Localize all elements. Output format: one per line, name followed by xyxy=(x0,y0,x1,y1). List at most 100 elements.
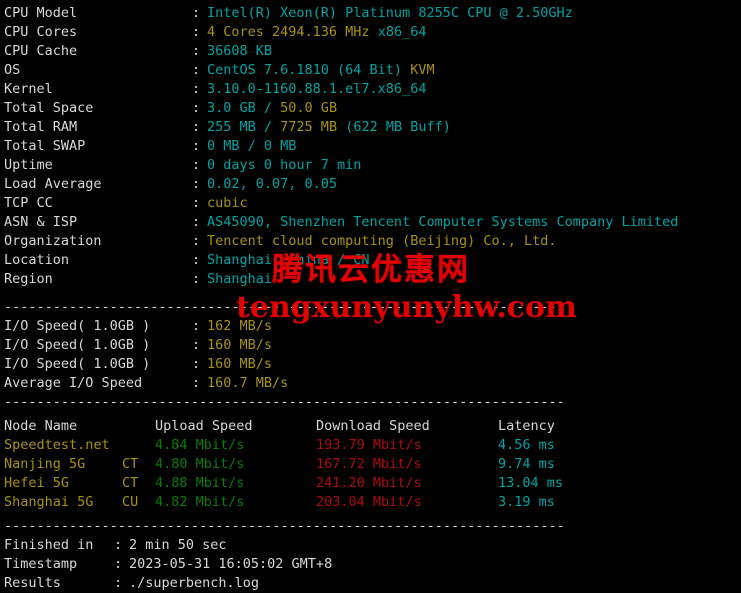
info-row: Total Space:3.0 GB / 50.0 GB xyxy=(4,99,741,118)
info-label: Uptime xyxy=(4,157,53,173)
info-value: Shanghai xyxy=(207,271,273,287)
io-colon: : xyxy=(192,318,201,334)
io-row: I/O Speed( 1.0GB ):160 MB/s xyxy=(4,336,741,355)
info-colon: : xyxy=(192,252,201,268)
info-row: Total SWAP:0 MB / 0 MB xyxy=(4,137,741,156)
info-colon: : xyxy=(192,195,201,211)
info-label: TCP CC xyxy=(4,195,53,211)
info-value: Intel(R) Xeon(R) Platinum 8255C CPU @ 2.… xyxy=(207,5,573,21)
io-value: 160 MB/s xyxy=(207,356,273,372)
info-label: CPU Model xyxy=(4,5,78,21)
info-row: ASN & ISP: AS45090, Shenzhen Tencent Comp… xyxy=(4,213,741,232)
network-latency: 3.19 ms xyxy=(498,494,555,510)
info-row: OS: CentOS 7.6.1810 (64 Bit) KVM xyxy=(4,61,741,80)
network-download-speed: 241.20 Mbit/s xyxy=(316,475,422,491)
footer-colon: : xyxy=(114,537,123,553)
footer-colon: : xyxy=(114,556,123,572)
info-colon: : xyxy=(192,100,201,116)
info-colon: : xyxy=(192,81,201,97)
network-upload-speed: 4.88 Mbit/s xyxy=(155,475,245,491)
info-value: cubic xyxy=(207,195,248,211)
footer-value: 2023-05-31 16:05:02 GMT+8 xyxy=(129,556,333,572)
network-header-node: Node Name xyxy=(4,418,78,434)
io-label: Average I/O Speed xyxy=(4,375,143,391)
network-header-upload: Upload Speed xyxy=(155,418,253,434)
info-value: / xyxy=(263,100,281,116)
terminal-output: CPU Model: Intel(R) Xeon(R) Platinum 8255… xyxy=(0,0,741,591)
footer-value: ./superbench.log xyxy=(129,575,260,591)
footer-label: Finished in xyxy=(4,537,94,553)
io-value: 160 MB/s xyxy=(207,337,273,353)
io-value: 162 MB/s xyxy=(207,318,273,334)
footer-label: Timestamp xyxy=(4,556,78,572)
system-info-section: CPU Model: Intel(R) Xeon(R) Platinum 8255… xyxy=(4,4,741,289)
info-row: Kernel:3.10.0-1160.88.1.el7.x86_64 xyxy=(4,80,741,99)
io-row: Average I/O Speed:160.7 MB/s xyxy=(4,374,741,393)
network-latency: 4.56 ms xyxy=(498,437,555,453)
info-row: Organization: Tencent cloud computing (Be… xyxy=(4,232,741,251)
network-isp-code: CT xyxy=(122,456,139,472)
info-label: Total RAM xyxy=(4,119,78,135)
info-row: Uptime:0 days 0 hour 7 min xyxy=(4,156,741,175)
info-value: x86_64 xyxy=(377,24,427,40)
info-colon: : xyxy=(192,157,201,173)
info-row: Location: Shanghai, China / CN xyxy=(4,251,741,270)
info-value: AS45090, Shenzhen Tencent Computer Syste… xyxy=(207,214,679,230)
info-value: 3.0 GB xyxy=(207,100,264,116)
network-upload-speed: 4.82 Mbit/s xyxy=(155,494,245,510)
network-latency: 13.04 ms xyxy=(498,475,564,491)
info-label: Load Average xyxy=(4,176,102,192)
io-label: I/O Speed( 1.0GB ) xyxy=(4,337,151,353)
io-label: I/O Speed( 1.0GB ) xyxy=(4,356,151,372)
footer-label: Results xyxy=(4,575,61,591)
info-label: CPU Cores xyxy=(4,24,78,40)
network-latency: 9.74 ms xyxy=(498,456,555,472)
info-row: CPU Cache:36608 KB xyxy=(4,42,741,61)
info-label: CPU Cache xyxy=(4,43,78,59)
network-speed-section: Node Name Upload Speed Download Speed Laten… xyxy=(4,417,741,512)
info-value: 7725 MB xyxy=(280,119,346,135)
network-node-name: Shanghai 5G xyxy=(4,494,94,510)
info-colon: : xyxy=(192,138,201,154)
network-node-name: Speedtest.net xyxy=(4,437,110,453)
network-download-speed: 203.04 Mbit/s xyxy=(316,494,422,510)
separator-line-middle: ----------------------------------------… xyxy=(4,394,565,410)
footer-row: Results: ./superbench.log xyxy=(4,574,741,593)
info-value: KVM xyxy=(410,62,435,78)
info-row: CPU Model: Intel(R) Xeon(R) Platinum 8255… xyxy=(4,4,741,23)
network-row: Nanjing 5G CT 4.80 Mbit/s 167.72 Mbit/s 9.74… xyxy=(4,455,741,474)
network-row: Speedtest.net 4.84 Mbit/s 193.79 Mbit/s 4.5… xyxy=(4,436,741,455)
info-label: Organization xyxy=(4,233,102,249)
info-value: 3.10.0-1160.88.1.el7.x86_64 xyxy=(207,81,427,97)
separator-line-top: ----------------------------------------… xyxy=(4,299,565,315)
info-colon: : xyxy=(192,62,201,78)
io-colon: : xyxy=(192,356,201,372)
footer-value: 2 min 50 sec xyxy=(129,537,227,553)
io-value: 160.7 MB/s xyxy=(207,375,289,391)
network-isp-code: CU xyxy=(122,494,139,510)
info-label: ASN & ISP xyxy=(4,214,78,230)
info-colon: : xyxy=(192,214,201,230)
network-node-name: Hefei 5G xyxy=(4,475,70,491)
network-row: Shanghai 5G CU 4.82 Mbit/s 203.04 Mbit/s 3.1… xyxy=(4,493,741,512)
info-label: OS xyxy=(4,62,21,78)
info-value: 36608 KB xyxy=(207,43,273,59)
footer-row: Timestamp:2023-05-31 16:05:02 GMT+8 xyxy=(4,555,741,574)
info-colon: : xyxy=(192,5,201,21)
info-value: Tencent cloud computing (Beijing) Co., L… xyxy=(207,233,557,249)
io-colon: : xyxy=(192,337,201,353)
info-value: Shanghai, China / CN xyxy=(207,252,370,268)
info-value: 0.02, 0.07, 0.05 xyxy=(207,176,338,192)
info-value: 4 Cores 2494.136 MHz xyxy=(207,24,378,40)
info-value: 50.0 GB xyxy=(280,100,338,116)
network-upload-speed: 4.80 Mbit/s xyxy=(155,456,245,472)
network-upload-speed: 4.84 Mbit/s xyxy=(155,437,245,453)
network-header-download: Download Speed xyxy=(316,418,430,434)
network-isp-code: CT xyxy=(122,475,139,491)
info-row: Region: Shanghai xyxy=(4,270,741,289)
info-value: / xyxy=(263,119,281,135)
network-header-latency: Latency xyxy=(498,418,555,434)
info-label: Total Space xyxy=(4,100,94,116)
info-value: CentOS 7.6.1810 (64 Bit) xyxy=(207,62,411,78)
footer-colon: : xyxy=(114,575,123,591)
